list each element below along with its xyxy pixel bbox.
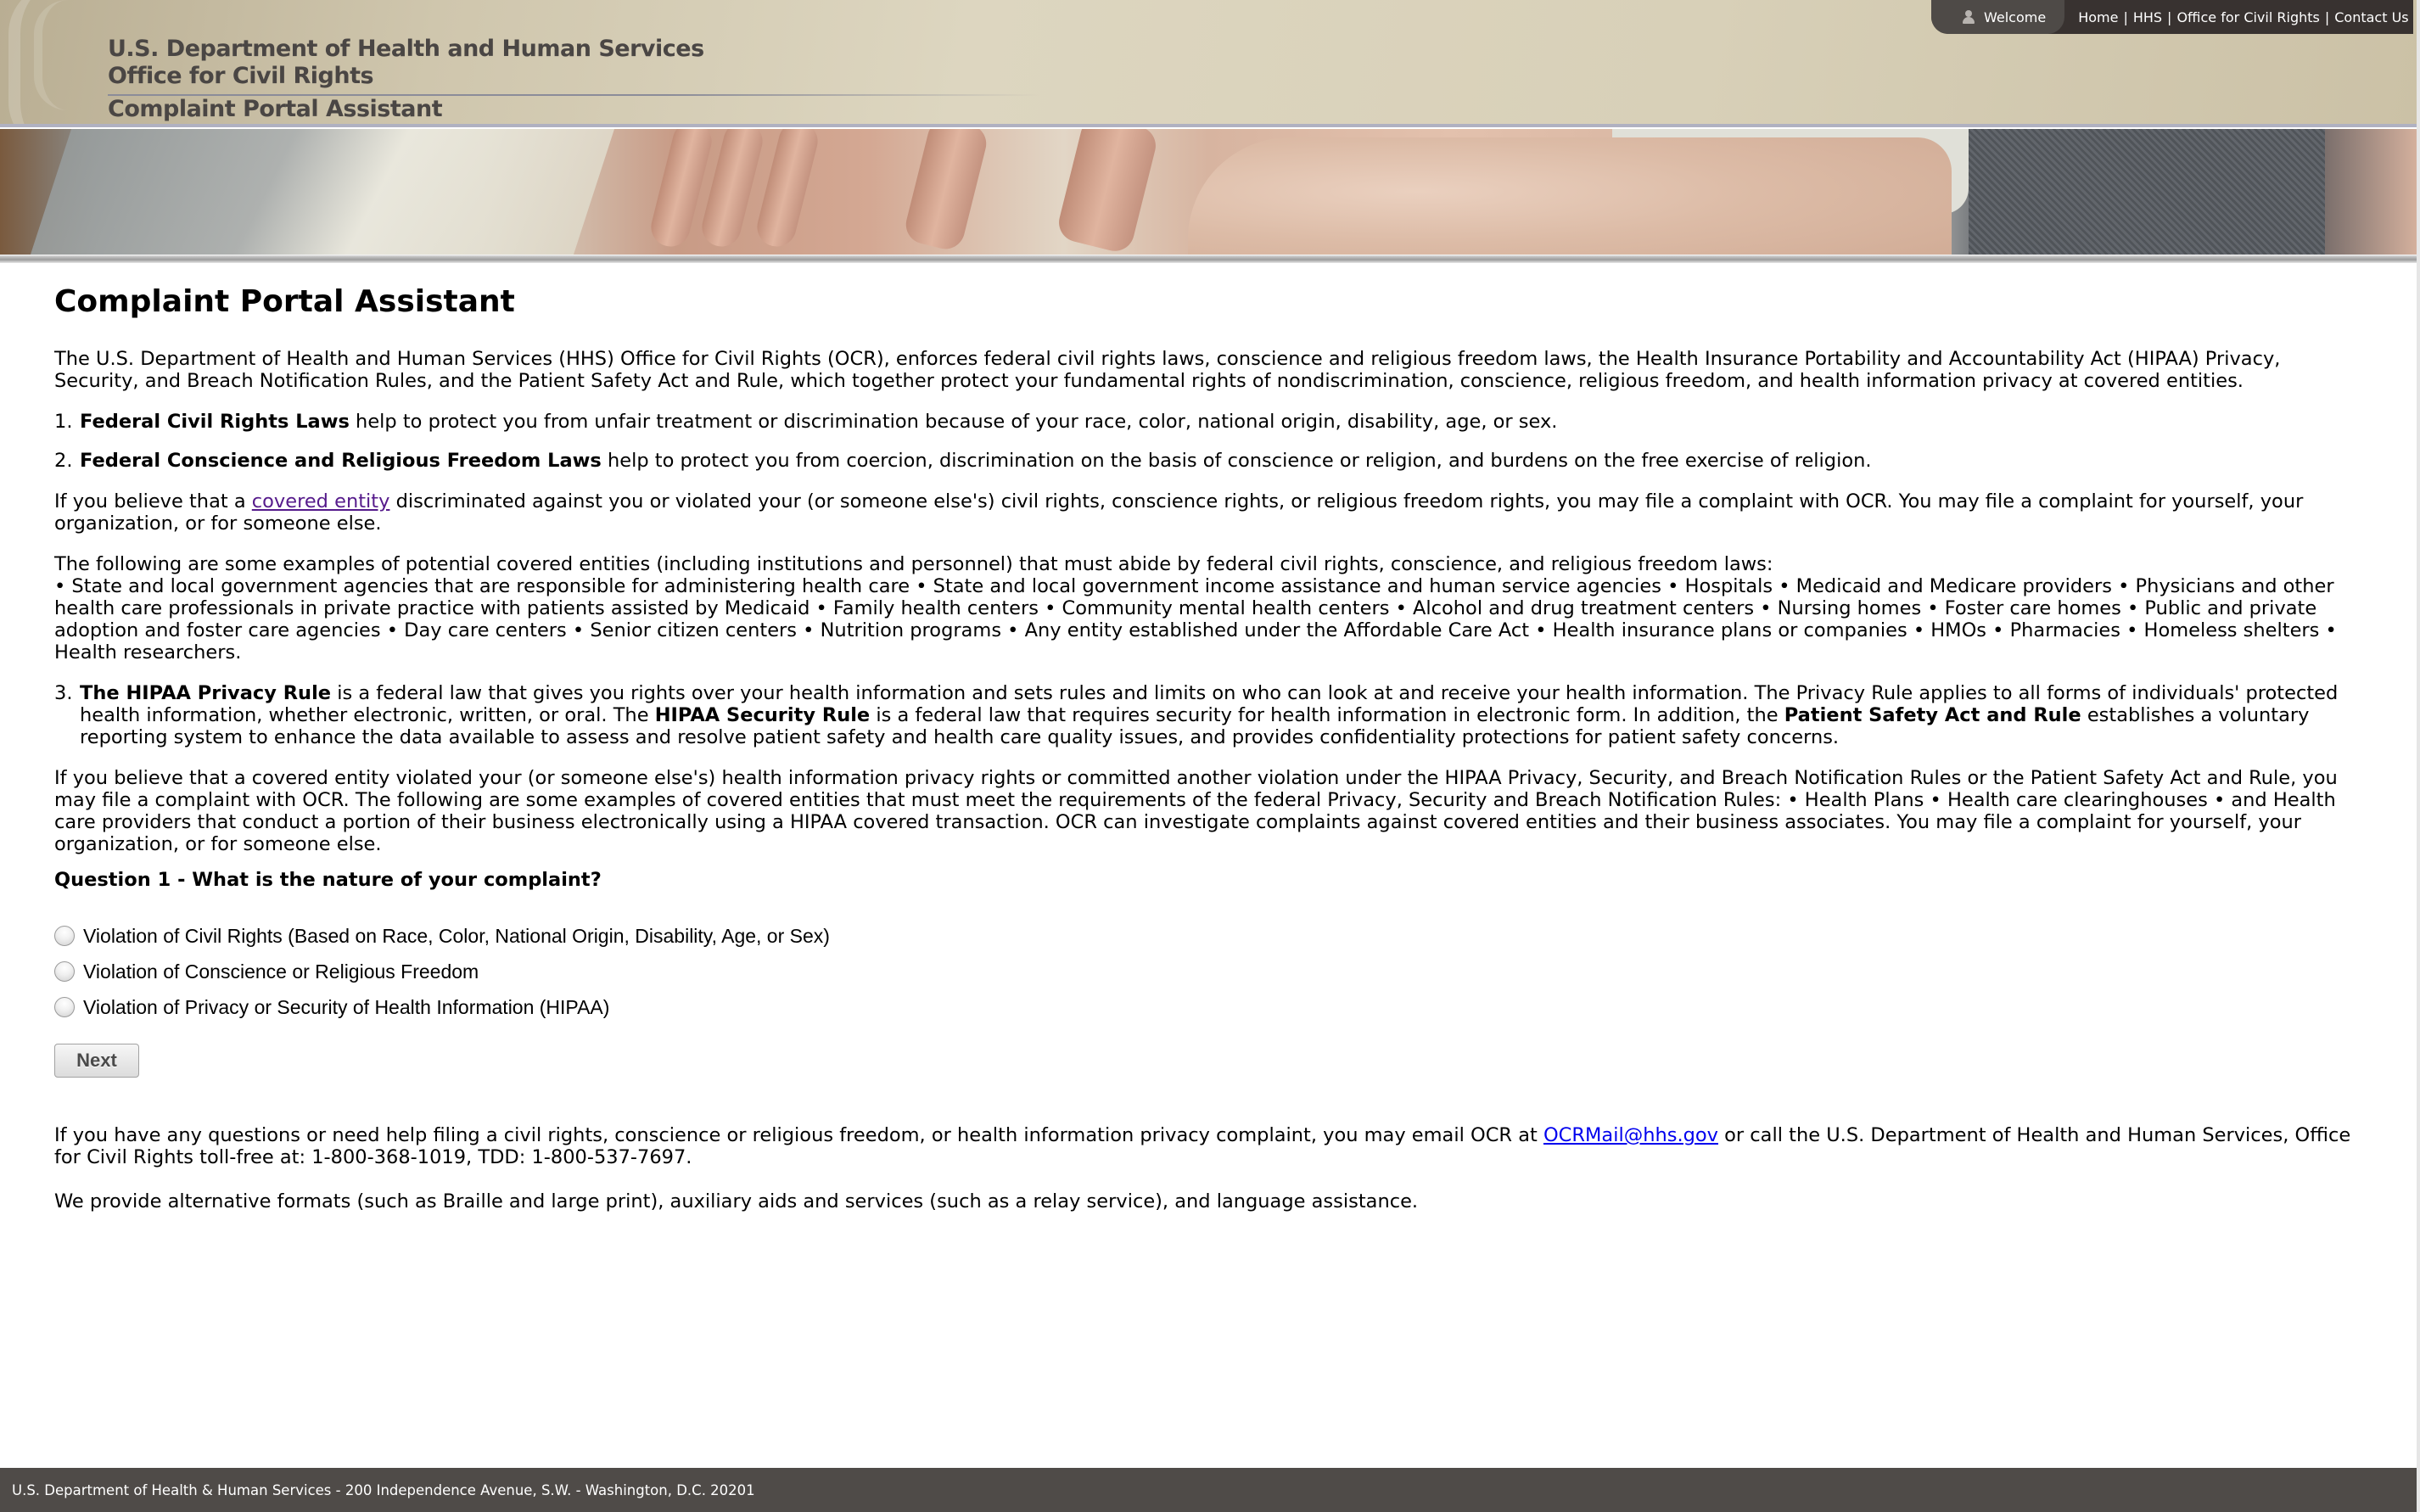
nav-links: Home | HHS | Office for Civil Rights | C… [2064,9,2408,25]
banner-finger-shape [753,129,822,251]
nav-separator: | [2123,8,2128,25]
hipaa-complaint-paragraph: If you believe that a covered entity vio… [54,767,2338,855]
radio-hipaa[interactable] [54,997,75,1017]
nav-link-contact-us[interactable]: Contact Us [2334,9,2408,25]
list-item-civil-rights: 1. Federal Civil Rights Laws help to pro… [54,411,2354,433]
option-hipaa[interactable]: Violation of Privacy or Security of Heal… [54,989,830,1025]
banner-finger-shape [901,129,991,254]
banner-laptop-shape [30,129,615,255]
user-icon [1962,9,1975,25]
option-label[interactable]: Violation of Privacy or Security of Heal… [83,996,609,1019]
paragraph-text: If you believe that a [54,490,252,512]
item-text: help to protect you from unfair treatmen… [349,411,1558,433]
radio-civil-rights[interactable] [54,926,75,946]
banner-bottom-border [0,255,2417,263]
option-civil-rights[interactable]: Violation of Civil Rights (Based on Race… [54,918,830,954]
banner-image-typing-hands [0,129,2417,255]
header-bottom-border [0,124,2417,127]
item-heading: Patient Safety Act and Rule [1784,704,2081,726]
option-label[interactable]: Violation of Conscience or Religious Fre… [83,960,479,983]
option-label[interactable]: Violation of Civil Rights (Based on Race… [83,925,830,948]
accessibility-paragraph: We provide alternative formats (such as … [54,1190,1419,1212]
covered-entity-link[interactable]: covered entity [252,490,390,512]
conscience-complaint-paragraph: If you believe that a covered entity dis… [54,490,2354,535]
question-label: Question 1 - What is the nature of your … [54,869,602,891]
header-department: U.S. Department of Health and Human Serv… [108,36,704,62]
banner-hand-shape [1188,137,1952,255]
option-conscience[interactable]: Violation of Conscience or Religious Fre… [54,954,830,989]
nav-link-home[interactable]: Home [2078,9,2118,25]
welcome-menu[interactable]: Welcome [1931,0,2065,34]
item-heading: Federal Civil Rights Laws [80,411,350,433]
list-item-conscience: 2. Federal Conscience and Religious Free… [54,450,2354,664]
nav-separator: | [2167,8,2172,25]
site-footer: U.S. Department of Health & Human Servic… [0,1468,2417,1512]
complaint-type-options: Violation of Civil Rights (Based on Race… [54,918,830,1025]
page-title: Complaint Portal Assistant [54,284,515,319]
scrollbar[interactable] [2417,0,2420,1512]
covered-entities-intro: The following are some examples of poten… [54,553,1773,575]
next-button[interactable]: Next [54,1044,139,1078]
footer-address: U.S. Department of Health & Human Servic… [12,1481,755,1498]
help-contact-paragraph: If you have any questions or need help f… [54,1124,2362,1168]
header-app-name: Complaint Portal Assistant [108,96,443,122]
nav-link-hhs[interactable]: HHS [2133,9,2162,25]
nav-separator: | [2324,8,2330,25]
site-header: U.S. Department of Health and Human Serv… [0,0,2417,127]
list-number: 3. [54,682,73,704]
item-heading: Federal Conscience and Religious Freedom… [80,450,602,472]
header-office: Office for Civil Rights [108,63,374,89]
nav-link-ocr[interactable]: Office for Civil Rights [2176,9,2319,25]
radio-conscience[interactable] [54,961,75,982]
item-text: is a federal law that requires security … [870,704,1784,726]
paragraph-text: If you have any questions or need help f… [54,1124,1543,1146]
main-content: Complaint Portal Assistant The U.S. Depa… [54,285,2354,872]
banner-finger-shape [1055,129,1160,255]
top-navigation: Welcome Home | HHS | Office for Civil Ri… [1931,0,2413,34]
welcome-label: Welcome [1984,8,2047,25]
list-number: 1. [54,411,73,433]
hhs-seal-logo-detail [34,0,93,110]
item-heading: The HIPAA Privacy Rule [80,682,332,704]
ocr-email-link[interactable]: OCRMail@hhs.gov [1543,1124,1718,1146]
paragraph-text: discriminated against you or violated yo… [54,490,2304,535]
help-section: If you have any questions or need help f… [54,1124,2362,1235]
item-heading: HIPAA Security Rule [654,704,871,726]
list-item-hipaa: 3. The HIPAA Privacy Rule is a federal l… [54,682,2354,855]
intro-paragraph: The U.S. Department of Health and Human … [54,348,2281,392]
covered-entities-bullets: • State and local government agencies th… [54,575,2337,664]
list-number: 2. [54,450,73,472]
item-text: help to protect you from coercion, discr… [601,450,1872,472]
banner-sleeve-shape [1969,129,2325,255]
